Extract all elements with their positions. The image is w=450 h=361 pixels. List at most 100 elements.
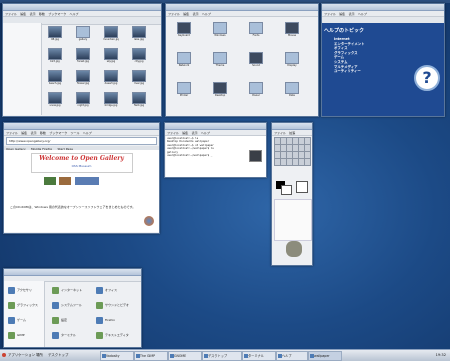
file-manager-window[interactable]: ファイル 編集 表示 移動 ブックマーク ヘルプ 08.jpg gallery mo… — [2, 3, 162, 117]
title-bar[interactable] — [322, 4, 444, 11]
file-item[interactable]: desert.jpg — [103, 70, 119, 85]
app-launcher[interactable]: テキストエディタ — [96, 330, 138, 342]
settings-item[interactable]: Mouse — [284, 22, 300, 37]
brush-preview[interactable] — [296, 181, 308, 193]
app-launcher[interactable]: ターミナル — [52, 330, 94, 342]
menu-bar[interactable]: ファイル 編集 表示 ヘルプ — [166, 11, 318, 17]
taskbar-button-label: デスクトップ — [208, 354, 228, 358]
applications-window[interactable]: アクセサリ インターネット オフィスグラフィックス システムツール サウンドとビデオゲー… — [3, 268, 142, 348]
app-launcher[interactable]: オフィス — [96, 285, 138, 297]
app-launcher[interactable]: Firefox — [96, 315, 138, 327]
thumb[interactable] — [74, 177, 99, 185]
file-item[interactable]: beach.jpg — [47, 70, 63, 85]
menu-item[interactable]: ヘルプ — [358, 12, 367, 16]
file-item[interactable]: lake.jpg — [131, 26, 147, 41]
app-launcher[interactable]: ゲーム — [8, 315, 50, 327]
settings-item[interactable]: Keyboard — [176, 22, 192, 37]
places-menu-button[interactable]: 場所 — [36, 351, 43, 359]
title-bar[interactable] — [165, 123, 266, 130]
control-center-window[interactable]: ファイル 編集 表示 ヘルプ Keyboard Windows Fonts Mouse… — [165, 3, 319, 117]
menu-item[interactable]: ブックマーク — [49, 131, 67, 135]
menu-item[interactable]: ファイル — [167, 131, 179, 135]
file-item[interactable]: forest.jpg — [75, 48, 91, 63]
menu-item[interactable]: 表示 — [30, 12, 36, 16]
app-launcher[interactable]: 設定 — [52, 315, 94, 327]
menu-item[interactable]: 編集 — [183, 12, 189, 16]
url-bar[interactable]: http://www.opengallery.org/ — [6, 137, 157, 145]
title-bar[interactable] — [3, 4, 161, 11]
settings-item[interactable]: Network — [176, 52, 192, 67]
file-item[interactable]: sky.jpg — [103, 48, 119, 63]
terminal-window[interactable]: ファイル 編集 表示 ヘルプ user@localhost:~$ ls Deskt… — [164, 122, 267, 178]
file-item[interactable]: river.jpg — [131, 70, 147, 85]
settings-item[interactable]: Date — [284, 82, 300, 97]
thumb[interactable] — [44, 177, 56, 185]
menu-item[interactable]: ファイル — [274, 131, 286, 135]
menu-item[interactable]: ブックマーク — [48, 12, 66, 16]
file-item[interactable]: bridge.jpg — [103, 92, 119, 107]
title-bar[interactable] — [272, 123, 312, 130]
menu-item[interactable]: 表示 — [31, 131, 37, 135]
menu-item[interactable]: 拡張 — [289, 131, 295, 135]
file-item[interactable]: city.jpg — [131, 48, 147, 63]
title-bar[interactable] — [166, 4, 318, 11]
app-launcher-label: インターネット — [61, 288, 83, 292]
title-bar[interactable] — [4, 123, 159, 130]
menu-item[interactable]: ヘルプ — [201, 131, 210, 135]
file-label: mountain.jpg — [103, 38, 119, 41]
menu-bar[interactable]: ファイル 編集 表示 移動 ブックマーク ツール ヘルプ — [4, 130, 159, 136]
menu-item[interactable]: ツール — [70, 131, 79, 135]
menu-item[interactable]: 表示 — [349, 12, 355, 16]
menu-item[interactable]: 編集 — [182, 131, 188, 135]
task-app-icon — [244, 354, 248, 358]
file-item[interactable]: night.jpg — [75, 92, 91, 107]
menu-item[interactable]: ファイル — [5, 12, 17, 16]
settings-item[interactable]: Printer — [176, 82, 192, 97]
title-bar[interactable] — [4, 269, 141, 276]
settings-item[interactable]: Windows — [212, 22, 228, 37]
menu-bar[interactable]: ファイル 拡張 — [272, 130, 312, 136]
web-browser-window[interactable]: ファイル 編集 表示 移動 ブックマーク ツール ヘルプ http://www.… — [3, 122, 160, 234]
menu-item[interactable]: ファイル — [6, 131, 18, 135]
bg-color[interactable] — [281, 185, 292, 195]
thumb[interactable] — [59, 177, 72, 185]
gimp-toolbox-window[interactable]: ファイル 拡張 — [271, 122, 313, 266]
menu-item[interactable]: 表示 — [192, 131, 198, 135]
menu-item[interactable]: 表示 — [193, 12, 199, 16]
menu-item[interactable]: 移動 — [40, 131, 46, 135]
file-item[interactable]: snow.jpg — [47, 92, 63, 107]
file-item[interactable]: bird.jpg — [47, 48, 63, 63]
file-item[interactable]: mountain.jpg — [103, 26, 119, 41]
settings-item[interactable]: Display — [284, 52, 300, 67]
app-launcher[interactable]: サウンドとビデオ — [96, 300, 138, 312]
menu-item[interactable]: ヘルプ — [83, 131, 92, 135]
settings-item[interactable]: Sound — [248, 52, 264, 67]
settings-item[interactable]: Desktop — [212, 82, 228, 97]
menu-item[interactable]: 編集 — [339, 12, 345, 16]
menu-item[interactable]: 編集 — [20, 12, 26, 16]
path-tool-icon[interactable] — [304, 158, 311, 166]
app-launcher[interactable]: アクセサリ — [8, 285, 50, 297]
settings-item[interactable]: Fonts — [248, 22, 264, 37]
menu-item[interactable]: 移動 — [39, 12, 45, 16]
help-browser-window[interactable]: ファイル 編集 表示 ヘルプ ヘルプのトピック Internet エンターテイメン… — [321, 3, 445, 117]
file-item[interactable]: flower.jpg — [75, 70, 91, 85]
app-launcher-label: システムツール — [61, 303, 82, 307]
app-launcher[interactable]: GIMP — [8, 330, 50, 342]
app-launcher[interactable]: システムツール — [52, 300, 94, 312]
menu-item[interactable]: ヘルプ — [69, 12, 78, 16]
app-launcher[interactable]: インターネット — [52, 285, 94, 297]
settings-item[interactable]: Power — [248, 82, 264, 97]
app-launcher[interactable]: グラフィックス — [8, 300, 50, 312]
menu-item[interactable]: ファイル — [324, 12, 336, 16]
file-item[interactable]: 08.jpg — [47, 26, 63, 41]
show-desktop-button[interactable]: デスクトップ — [48, 351, 68, 359]
menu-item[interactable]: ファイル — [168, 12, 180, 16]
file-item[interactable]: field.jpg — [131, 92, 147, 107]
menu-item[interactable]: ヘルプ — [202, 12, 211, 16]
applications-menu-button[interactable]: アプリケーション — [2, 351, 35, 359]
file-item[interactable]: gallery — [75, 26, 91, 41]
clock[interactable]: 19:32 — [436, 351, 446, 359]
menu-item[interactable]: 編集 — [21, 131, 27, 135]
settings-item[interactable]: Theme — [212, 52, 228, 67]
